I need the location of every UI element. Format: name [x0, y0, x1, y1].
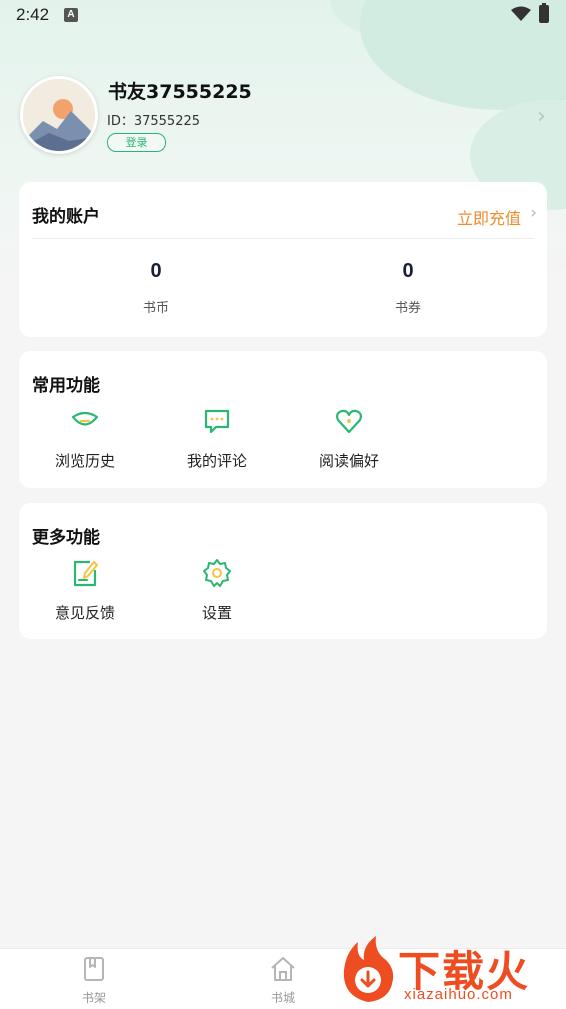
tab-bookshelf-label: 书架 [81, 991, 106, 1005]
avatar[interactable] [20, 76, 98, 154]
common-functions-card: 常用功能 浏览历史 我的评论 阅读偏好 [19, 351, 547, 488]
more-functions-title: 更多功能 [32, 528, 100, 548]
landscape-avatar-image [23, 79, 95, 151]
status-time: 2:42 [16, 5, 50, 24]
more-functions-card: 更多功能 意见反馈 设置 [19, 503, 547, 639]
status-bar: 2:42 A [0, 0, 566, 30]
vouchers-stat[interactable]: 0 书券 [348, 260, 468, 316]
chevron-right-icon[interactable]: › [537, 104, 546, 129]
eye-icon [71, 411, 99, 426]
coins-label: 书币 [142, 301, 169, 316]
user-id: ID：37555225 [107, 114, 201, 129]
settings-item[interactable]: 设置 [167, 558, 267, 623]
my-comments-label: 我的评论 [186, 452, 247, 470]
wifi-icon [511, 6, 531, 21]
chevron-right-icon[interactable]: › [530, 203, 537, 223]
account-card: 我的账户 立即充值 › 0 书币 0 书券 [19, 182, 547, 337]
divider [32, 238, 534, 239]
bookshelf-icon [84, 957, 104, 981]
settings-label: 设置 [201, 604, 232, 622]
account-title: 我的账户 [32, 207, 100, 227]
battery-icon [539, 3, 549, 23]
tab-bookstore-label: 书城 [270, 991, 295, 1005]
gear-icon [203, 559, 231, 587]
feedback-item[interactable]: 意见反馈 [35, 558, 135, 623]
coins-stat[interactable]: 0 书币 [96, 260, 216, 316]
notification-app-icon: A [64, 8, 78, 22]
my-comments-item[interactable]: 我的评论 [167, 406, 267, 471]
reading-preference-label: 阅读偏好 [318, 452, 379, 470]
username: 书友37555225 [108, 81, 252, 103]
tab-bookshelf[interactable]: 书架 [64, 955, 124, 1006]
recharge-button[interactable]: 立即充值 [457, 205, 521, 229]
login-button[interactable]: 登录 [107, 133, 166, 152]
watermark-url: xiazaihuo.com [404, 986, 513, 1003]
feedback-label: 意见反馈 [54, 604, 115, 622]
heart-icon [336, 409, 362, 434]
coins-value: 0 [150, 260, 162, 282]
vouchers-label: 书券 [394, 301, 421, 316]
home-icon [271, 957, 295, 981]
vouchers-value: 0 [402, 260, 414, 282]
tab-bookstore[interactable]: 书城 [253, 955, 313, 1006]
reading-preference-item[interactable]: 阅读偏好 [299, 406, 399, 471]
watermark-logo: 下载火 xiazaihuo.com [336, 934, 566, 1008]
common-functions-title: 常用功能 [32, 376, 100, 396]
feedback-edit-icon [73, 560, 98, 587]
flame-logo-icon [343, 936, 394, 1002]
browse-history-label: 浏览历史 [54, 452, 115, 470]
comment-icon [204, 409, 230, 434]
browse-history-item[interactable]: 浏览历史 [35, 406, 135, 471]
